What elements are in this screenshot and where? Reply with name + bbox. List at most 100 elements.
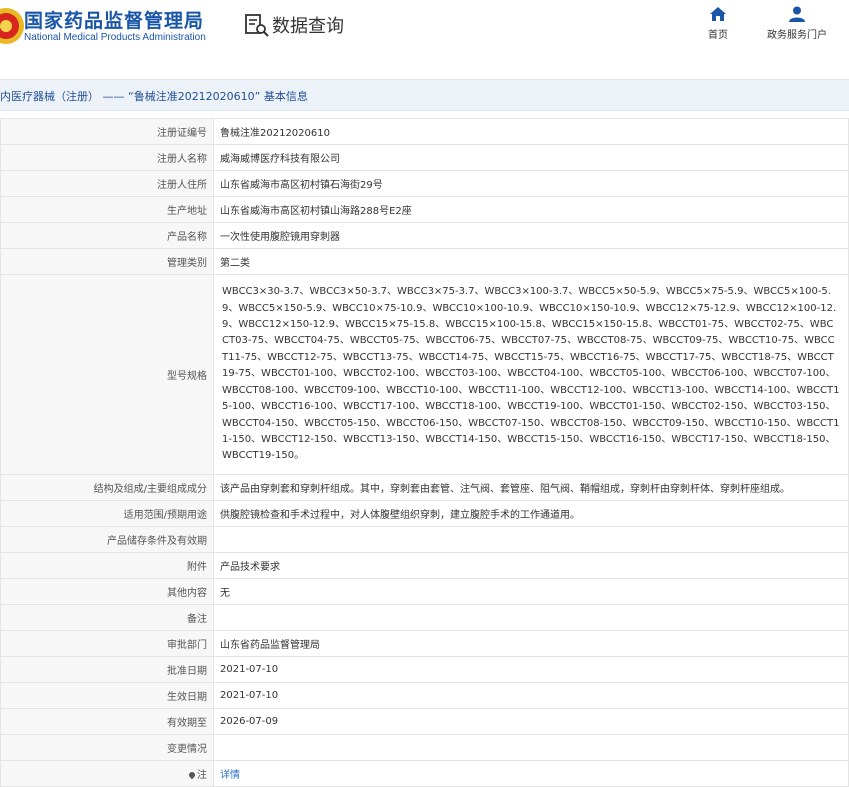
field-label: 注 <box>0 760 214 787</box>
field-label: 注册证编号 <box>0 118 214 145</box>
breadcrumb-bar: 内医疗器械（注册） —— “鲁械注准20212020610” 基本信息 <box>0 79 849 111</box>
table-row: 有效期至 2026-07-09 <box>0 708 849 735</box>
table-row: 批准日期 2021-07-10 <box>0 656 849 683</box>
field-label-text: 批准日期 <box>167 666 207 677</box>
nav-service-portal-label: 政务服务门户 <box>767 30 827 41</box>
field-label-text: 注册人名称 <box>157 154 207 165</box>
field-value-text: 一次性使用腹腔镜用穿刺器 <box>220 232 340 243</box>
table-row: 注册证编号 鲁械注准20212020610 <box>0 118 849 145</box>
field-value-text: 威海威博医疗科技有限公司 <box>220 154 340 165</box>
field-value[interactable]: 详情 <box>213 760 849 787</box>
table-row: 适用范围/预期用途 供腹腔镜检查和手术过程中，对人体腹壁组织穿刺，建立腹腔手术的工… <box>0 500 849 527</box>
field-label: 审批部门 <box>0 630 214 657</box>
field-label: 其他内容 <box>0 578 214 605</box>
field-value-text: 该产品由穿刺套和穿刺杆组成。其中，穿刺套由套管、注气阀、套管座、阻气阀、鞘帽组成… <box>220 484 790 495</box>
field-label-text: 产品名称 <box>167 232 207 243</box>
field-label: 注册人住所 <box>0 170 214 197</box>
table-row: 结构及组成/主要组成成分 该产品由穿刺套和穿刺杆组成。其中，穿刺套由套管、注气阀、… <box>0 474 849 501</box>
field-value: 山东省威海市高区初村镇石海街29号 <box>213 170 849 197</box>
field-label: 批准日期 <box>0 656 214 683</box>
field-label: 生效日期 <box>0 682 214 709</box>
field-value: 2021-07-10 <box>213 656 849 683</box>
table-row: 变更情况 <box>0 734 849 761</box>
field-label: 附件 <box>0 552 214 579</box>
field-value-text: 山东省药品监督管理局 <box>220 640 320 651</box>
breadcrumb: 内医疗器械（注册） —— “鲁械注准20212020610” 基本信息 <box>0 90 308 103</box>
field-label: 结构及组成/主要组成成分 <box>0 474 214 501</box>
field-label-text: 适用范围/预期用途 <box>123 510 207 521</box>
field-value: WBCC3×30-3.7、WBCC3×50-3.7、WBCC3×75-3.7、W… <box>213 274 849 475</box>
field-label-text: 结构及组成/主要组成成分 <box>93 484 207 495</box>
field-value: 山东省威海市高区初村镇山海路288号E2座 <box>213 196 849 223</box>
details-link[interactable]: 详情 <box>220 770 240 781</box>
field-label: 生产地址 <box>0 196 214 223</box>
section-title: 数据查询 <box>272 16 344 37</box>
field-value-text: 产品技术要求 <box>220 562 280 573</box>
field-value-text: 山东省威海市高区初村镇石海街29号 <box>220 180 383 191</box>
field-value-text: 第二类 <box>220 258 250 269</box>
field-value: 一次性使用腹腔镜用穿刺器 <box>213 222 849 249</box>
field-value: 鲁械注准20212020610 <box>213 118 849 145</box>
field-label: 变更情况 <box>0 734 214 761</box>
field-label: 注册人名称 <box>0 144 214 171</box>
user-icon <box>789 6 805 22</box>
field-label: 有效期至 <box>0 708 214 735</box>
field-value: 威海威博医疗科技有限公司 <box>213 144 849 171</box>
table-row: 其他内容 无 <box>0 578 849 605</box>
nmpa-emblem-icon <box>0 8 24 44</box>
field-label-text: 生效日期 <box>167 692 207 703</box>
field-value: 产品技术要求 <box>213 552 849 579</box>
site-header: 国家药品监督管理局 National Medical Products Admi… <box>0 0 849 68</box>
field-label-text: 注 <box>197 770 207 781</box>
site-name-en: National Medical Products Administration <box>24 32 206 43</box>
field-value-text: 山东省威海市高区初村镇山海路288号E2座 <box>220 206 412 217</box>
field-label-text: 注册证编号 <box>157 128 207 139</box>
table-row: 注 详情 <box>0 760 849 787</box>
detail-table: 注册证编号 鲁械注准20212020610 注册人名称 威海威博医疗科技有限公司 注册人… <box>0 118 849 787</box>
field-label: 备注 <box>0 604 214 631</box>
field-label-text: 其他内容 <box>167 588 207 599</box>
field-value <box>213 734 849 761</box>
table-row: 生效日期 2021-07-10 <box>0 682 849 709</box>
field-label: 管理类别 <box>0 248 214 275</box>
table-row: 审批部门 山东省药品监督管理局 <box>0 630 849 657</box>
field-label: 适用范围/预期用途 <box>0 500 214 527</box>
field-value-text: 供腹腔镜检查和手术过程中，对人体腹壁组织穿刺，建立腹腔手术的工作通道用。 <box>220 510 580 521</box>
field-label-text: 附件 <box>187 562 207 573</box>
home-icon <box>710 7 726 21</box>
data-query-title: 数据查询 <box>244 10 344 40</box>
field-value: 2021-07-10 <box>213 682 849 709</box>
field-value: 第二类 <box>213 248 849 275</box>
table-row: 生产地址 山东省威海市高区初村镇山海路288号E2座 <box>0 196 849 223</box>
field-label-text: 注册人住所 <box>157 180 207 191</box>
document-search-icon <box>245 14 269 37</box>
field-label-text: 有效期至 <box>167 718 207 729</box>
field-label-text: 生产地址 <box>167 206 207 217</box>
field-value: 2026-07-09 <box>213 708 849 735</box>
table-row: 管理类别 第二类 <box>0 248 849 275</box>
field-value-text: WBCC3×30-3.7、WBCC3×50-3.7、WBCC3×75-3.7、W… <box>222 286 840 462</box>
table-row: 附件 产品技术要求 <box>0 552 849 579</box>
field-label-text: 型号规格 <box>167 371 207 382</box>
field-value-text: 鲁械注准20212020610 <box>220 128 330 139</box>
field-value <box>213 604 849 631</box>
table-row: 产品储存条件及有效期 <box>0 526 849 553</box>
field-value: 供腹腔镜检查和手术过程中，对人体腹壁组织穿刺，建立腹腔手术的工作通道用。 <box>213 500 849 527</box>
nav-home-label: 首页 <box>708 30 728 41</box>
table-row: 备注 <box>0 604 849 631</box>
field-label-text: 备注 <box>187 614 207 625</box>
field-value: 该产品由穿刺套和穿刺杆组成。其中，穿刺套由套管、注气阀、套管座、阻气阀、鞘帽组成… <box>213 474 849 501</box>
nav-service-portal[interactable]: 政务服务门户 <box>767 6 827 41</box>
field-label-text: 审批部门 <box>167 640 207 651</box>
location-pin-icon <box>187 770 197 780</box>
field-value: 无 <box>213 578 849 605</box>
field-label: 型号规格 <box>0 274 214 475</box>
field-value-text: 2021-07-10 <box>220 664 279 675</box>
table-row: 型号规格 WBCC3×30-3.7、WBCC3×50-3.7、WBCC3×75-3… <box>0 274 849 475</box>
site-name-cn[interactable]: 国家药品监督管理局 <box>24 6 204 33</box>
table-row: 注册人名称 威海威博医疗科技有限公司 <box>0 144 849 171</box>
field-label-text: 变更情况 <box>167 744 207 755</box>
nav-home[interactable]: 首页 <box>708 6 728 41</box>
field-label-text: 产品储存条件及有效期 <box>107 536 207 547</box>
field-value-text: 2021-07-10 <box>220 690 279 701</box>
